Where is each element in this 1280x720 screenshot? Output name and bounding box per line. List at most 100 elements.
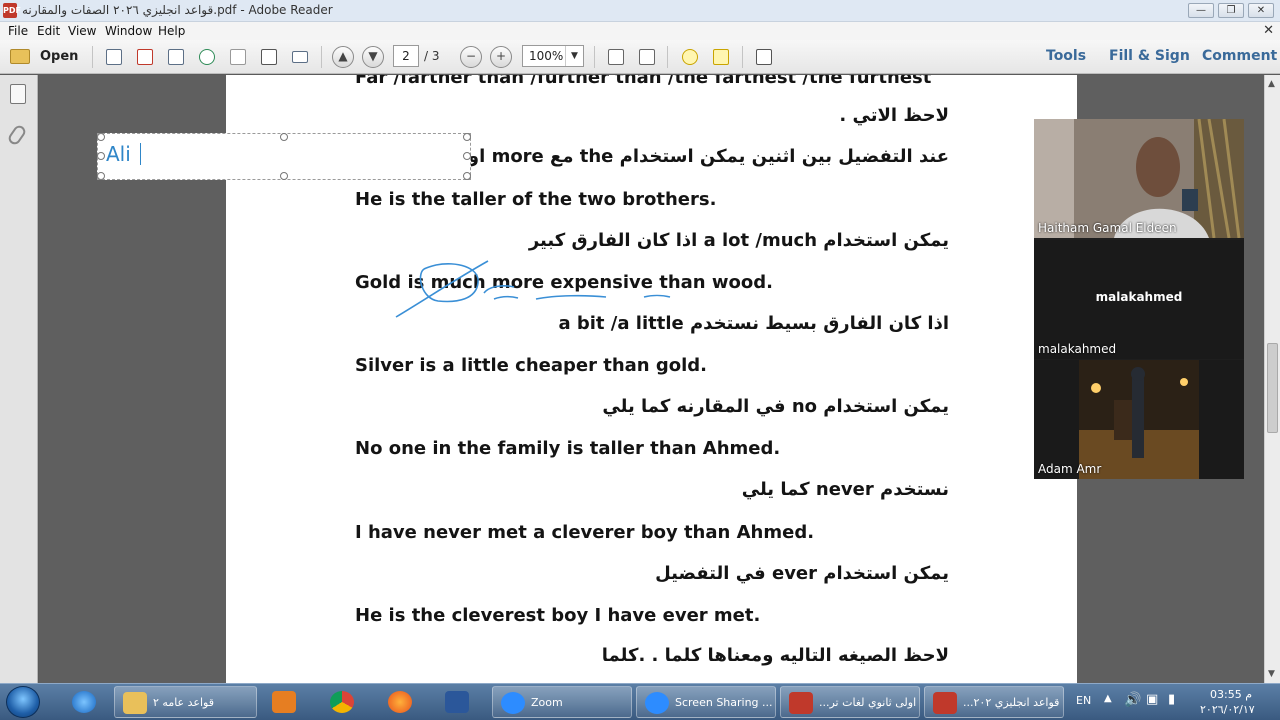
open-label: Open (40, 49, 79, 64)
doc-line: نستخدم never كما يلي (741, 479, 949, 500)
navigation-pane (0, 75, 38, 683)
text-caret (140, 143, 141, 165)
doc-line: No one in the family is taller than Ahme… (355, 438, 781, 459)
resize-handle[interactable] (97, 133, 105, 141)
doc-line: عند التفضيل بين اثنين يمكن استخدام the م… (441, 146, 949, 167)
annotation-text[interactable]: Ali (106, 142, 131, 166)
expand-button[interactable] (752, 45, 776, 69)
next-page-button[interactable]: ▼ (362, 46, 384, 68)
print-button[interactable] (257, 45, 281, 69)
chevron-down-icon[interactable]: ▼ (565, 46, 583, 66)
scroll-down-icon[interactable]: ▼ (1268, 669, 1275, 679)
taskbar-pdf-button[interactable]: قواعد انجليزي ٢٠٢... (924, 686, 1064, 718)
resize-handle[interactable] (463, 152, 471, 160)
zoom-out-button[interactable]: − (460, 46, 482, 68)
fit-page-button[interactable] (604, 45, 628, 69)
taskbar-ie-button[interactable] (64, 686, 106, 718)
doc-line: لاحظ الاتي . (839, 105, 949, 126)
fit-width-icon (639, 49, 655, 65)
toolbar-divider (321, 46, 322, 68)
toolbar-divider (92, 46, 93, 68)
tools-link[interactable]: Tools (1046, 48, 1086, 64)
create-pdf-icon (106, 49, 122, 65)
expand-icon (756, 49, 772, 65)
taskbar-chrome-button[interactable] (322, 686, 364, 718)
scrollbar-thumb[interactable] (1267, 343, 1278, 433)
open-button[interactable]: Open (8, 46, 78, 68)
cloud-upload-icon (199, 49, 215, 65)
pdf-icon (789, 692, 813, 714)
folder-icon (10, 49, 30, 64)
menu-window[interactable]: Window (105, 24, 152, 38)
minimize-button[interactable]: — (1188, 3, 1214, 18)
scroll-up-icon[interactable]: ▲ (1268, 79, 1275, 89)
envelope-icon (292, 51, 308, 63)
taskbar-folder-button[interactable]: قواعد عامه ٢ (114, 686, 257, 718)
zoom-select[interactable]: 100% ▼ (522, 45, 584, 67)
network-icon[interactable]: ▣ (1146, 692, 1158, 707)
resize-handle[interactable] (463, 172, 471, 180)
ink-annotation[interactable] (386, 255, 686, 325)
close-button[interactable]: ✕ (1248, 3, 1274, 18)
participant-tile[interactable]: Adam Amr (1034, 360, 1244, 479)
participant-tile[interactable]: malakahmed malakahmed (1034, 240, 1244, 359)
zoom-in-button[interactable]: + (490, 46, 512, 68)
edit-pdf-button[interactable] (164, 45, 188, 69)
doc-line: يمكن استخدام a lot /much اذا كان الفارق … (528, 230, 949, 251)
speaker-icon[interactable]: 🔊 (1124, 692, 1141, 708)
media-player-icon (272, 691, 296, 713)
menu-edit[interactable]: Edit (37, 24, 60, 38)
minus-icon: − (465, 49, 477, 63)
taskbar-label: Screen Sharing ... (675, 696, 773, 709)
taskbar-firefox-button[interactable] (380, 686, 422, 718)
combine-icon (137, 49, 153, 65)
paperclip-icon[interactable] (6, 123, 28, 147)
taskbar-label: قواعد انجليزي ٢٠٢... (963, 696, 1060, 709)
clock-time[interactable]: 03:55 م (1210, 688, 1252, 701)
pdf-icon (933, 692, 957, 714)
resize-handle[interactable] (463, 133, 471, 141)
taskbar-zoom-button[interactable]: Zoom (492, 686, 632, 718)
upload-button[interactable] (195, 45, 219, 69)
taskbar-pdf-button[interactable]: اولى ثانوي لغات تر... (780, 686, 920, 718)
arrow-down-icon: ▼ (368, 49, 378, 63)
vertical-scrollbar[interactable]: ▲ ▼ (1264, 75, 1280, 683)
fill-sign-link[interactable]: Fill & Sign (1109, 48, 1190, 64)
highlight-button[interactable] (709, 45, 733, 69)
resize-handle[interactable] (280, 172, 288, 180)
clock-date[interactable]: ٢٠٢٦/٠٢/١٧ (1200, 703, 1255, 716)
fit-width-button[interactable] (635, 45, 659, 69)
chrome-icon (330, 691, 354, 713)
resize-handle[interactable] (280, 133, 288, 141)
chevron-up-icon[interactable]: ▲ (1104, 693, 1112, 704)
save-icon (230, 49, 246, 65)
close-document-icon[interactable]: ✕ (1263, 23, 1274, 38)
participant-name: malakahmed (1038, 342, 1117, 356)
participant-display-name: malakahmed (1095, 290, 1183, 304)
restore-button[interactable]: ❐ (1218, 3, 1244, 18)
comment-link[interactable]: Comment (1202, 48, 1277, 64)
windows-start-icon[interactable] (6, 686, 40, 718)
taskbar-label: اولى ثانوي لغات تر... (819, 696, 917, 709)
doc-line: Far /farther than /further than /the far… (355, 75, 932, 88)
sticky-note-button[interactable] (678, 45, 702, 69)
taskbar-media-button[interactable] (264, 686, 306, 718)
taskbar-word-button[interactable] (437, 686, 479, 718)
doc-line: يمكن استخدام ever في التفضيل (655, 563, 949, 584)
menu-view[interactable]: View (68, 24, 96, 38)
save-button[interactable] (226, 45, 250, 69)
resize-handle[interactable] (97, 152, 105, 160)
email-button[interactable] (288, 45, 312, 69)
menu-file[interactable]: File (8, 24, 28, 38)
page-number-input[interactable]: 2 (393, 45, 419, 67)
create-pdf-button[interactable] (102, 45, 126, 69)
signal-icon[interactable]: ▮ (1168, 692, 1175, 707)
resize-handle[interactable] (97, 172, 105, 180)
page-thumbnails-icon[interactable] (10, 84, 26, 104)
menu-help[interactable]: Help (158, 24, 185, 38)
previous-page-button[interactable]: ▲ (332, 46, 354, 68)
combine-button[interactable] (133, 45, 157, 69)
participant-tile[interactable]: Haitham Gamal Eldeen (1034, 119, 1244, 238)
taskbar-screen-sharing-button[interactable]: Screen Sharing ... (636, 686, 776, 718)
language-indicator[interactable]: EN (1076, 694, 1091, 707)
